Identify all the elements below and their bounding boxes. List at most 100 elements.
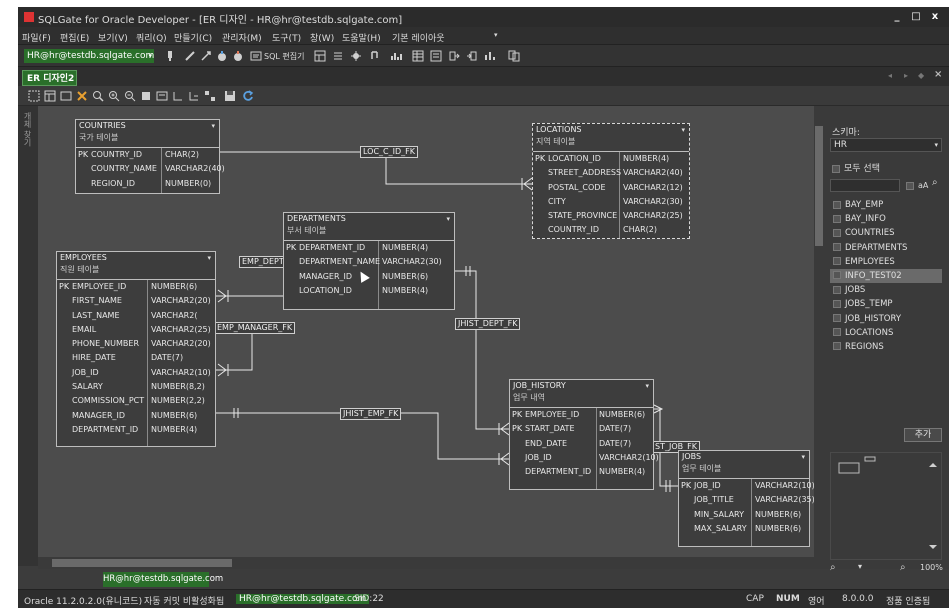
- column-name: DEPARTMENT_ID: [299, 243, 366, 252]
- grid-view-icon[interactable]: [412, 50, 424, 62]
- add-table-icon[interactable]: [44, 90, 56, 102]
- canvas-vertical-scrollbar[interactable]: [814, 106, 824, 569]
- form-view-icon[interactable]: [430, 50, 442, 62]
- connection-tab[interactable]: HR@hr@testdb.sqlgate.com: [103, 572, 223, 587]
- music-note-icon[interactable]: [368, 50, 380, 62]
- menu-query[interactable]: 쿼리(Q): [136, 31, 167, 44]
- list-item[interactable]: DEPARTMENTS: [830, 241, 942, 255]
- auto-layout-icon[interactable]: [204, 90, 216, 102]
- entity-locations[interactable]: LOCATIONS 지역 테이블 ▾ PK LOCATION_ID NUMBER(4…: [532, 123, 690, 239]
- data-compare-icon[interactable]: [332, 50, 344, 62]
- close-button[interactable]: x: [926, 10, 944, 24]
- fk-jhist-dept[interactable]: JHIST_DEPT_FK: [455, 318, 521, 330]
- add-button[interactable]: 추가: [904, 428, 942, 442]
- menu-window[interactable]: 창(W): [310, 31, 334, 44]
- tab-close-icon[interactable]: ×: [934, 69, 942, 80]
- refresh-icon[interactable]: [242, 90, 254, 102]
- scrollbar-thumb[interactable]: [52, 559, 232, 567]
- debugger-icon[interactable]: [350, 50, 362, 62]
- relation-icon[interactable]: [172, 90, 184, 102]
- schema-select[interactable]: HR ▾: [830, 138, 942, 152]
- save-image-icon[interactable]: [224, 90, 236, 102]
- list-item[interactable]: JOBS: [830, 283, 942, 297]
- search-icon[interactable]: ⌕: [932, 177, 938, 188]
- disconnect-icon[interactable]: [184, 50, 196, 62]
- list-item[interactable]: BAY_INFO: [830, 212, 942, 226]
- list-item[interactable]: LOCATIONS: [830, 326, 942, 340]
- scrollbar-thumb[interactable]: [815, 126, 823, 246]
- list-item[interactable]: EMPLOYEES: [830, 255, 942, 269]
- fit-window-icon[interactable]: [140, 90, 152, 102]
- layout-dropdown-icon[interactable]: ▾: [494, 31, 498, 39]
- entity-job-history[interactable]: JOB_HISTORY 업무 내역 ▾ PK EMPLOYEE_ID NUMBER(…: [509, 379, 659, 490]
- column-type: NUMBER(0): [165, 178, 212, 188]
- list-item[interactable]: BAY_EMP: [830, 198, 942, 212]
- zoom-in-icon[interactable]: ⌕: [900, 562, 906, 573]
- chevron-down-icon[interactable]: ▾: [681, 126, 685, 134]
- list-item[interactable]: REGIONS: [830, 340, 942, 354]
- maximize-button[interactable]: □: [907, 10, 925, 24]
- chevron-down-icon: ▾: [148, 52, 152, 60]
- select-all-checkbox[interactable]: 모두 선택: [832, 161, 880, 174]
- menu-view[interactable]: 보기(V): [98, 31, 128, 44]
- menu-tools[interactable]: 도구(T): [272, 31, 301, 44]
- er-canvas[interactable]: LOC_C_ID_FK EMP_DEPT_FK EMP_MANAGER_FK J…: [38, 106, 814, 557]
- diff-icon[interactable]: [508, 50, 520, 62]
- chevron-down-icon[interactable]: ▾: [801, 453, 805, 461]
- fk-loc-c-id[interactable]: LOC_C_ID_FK: [360, 146, 419, 158]
- entity-jobs[interactable]: JOBS 업무 테이블 ▾ PK JOB_ID VARCHAR2(10) JOB_T…: [678, 450, 814, 547]
- schema-browser-icon[interactable]: [314, 50, 326, 62]
- tab-er-design2[interactable]: ER 디자인2: [22, 70, 77, 86]
- list-item[interactable]: JOB_HISTORY: [830, 312, 942, 326]
- list-item-selected[interactable]: INFO_TEST02: [830, 268, 942, 284]
- zoom-out-icon[interactable]: [124, 90, 136, 102]
- list-item[interactable]: JOBS_TEMP: [830, 297, 942, 311]
- zoom-slider-icon[interactable]: ▾: [858, 562, 862, 571]
- export-icon[interactable]: [448, 50, 460, 62]
- tab-pin-icon[interactable]: ◆: [918, 71, 924, 80]
- layout-select[interactable]: 기본 레이아웃: [392, 31, 445, 44]
- chevron-down-icon[interactable]: ▾: [645, 382, 649, 390]
- search-icon[interactable]: [92, 90, 104, 102]
- fk-emp-manager[interactable]: EMP_MANAGER_FK: [214, 322, 296, 334]
- canvas-horizontal-scrollbar[interactable]: [38, 557, 814, 569]
- menu-file[interactable]: 파일(F): [22, 31, 51, 44]
- menu-help[interactable]: 도움말(H): [342, 31, 381, 44]
- minimize-button[interactable]: _: [888, 10, 906, 24]
- zoom-in-icon[interactable]: [108, 90, 120, 102]
- sql-editor-icon[interactable]: [250, 50, 262, 62]
- select-icon[interactable]: [28, 90, 40, 102]
- rollback-icon[interactable]: [232, 50, 244, 62]
- reconnect-icon[interactable]: [200, 50, 212, 62]
- relation-nonident-icon[interactable]: [188, 90, 200, 102]
- menu-admin[interactable]: 관리자(M): [222, 31, 262, 44]
- table-filter-input[interactable]: [830, 179, 900, 192]
- menu-create[interactable]: 만들기(C): [174, 31, 212, 44]
- fk-jhist-emp[interactable]: JHIST_EMP_FK: [340, 408, 402, 420]
- chevron-down-icon[interactable]: ▾: [207, 254, 211, 262]
- connect-icon[interactable]: [164, 50, 176, 62]
- tab-scroll-right-icon[interactable]: ▸: [904, 71, 908, 80]
- menu-edit[interactable]: 편집(E): [60, 31, 89, 44]
- tab-scroll-left-icon[interactable]: ◂: [888, 71, 892, 80]
- entity-departments[interactable]: DEPARTMENTS 부서 테이블 ▾ PK DEPARTMENT_ID NUMB…: [283, 212, 455, 310]
- sql-editor-label[interactable]: SQL 편집기: [264, 51, 304, 62]
- import-icon[interactable]: [466, 50, 478, 62]
- delete-icon[interactable]: [76, 90, 88, 102]
- report-icon[interactable]: [484, 50, 496, 62]
- zoom-out-icon[interactable]: ⌕: [830, 562, 836, 573]
- chevron-down-icon[interactable]: ▾: [211, 122, 215, 130]
- chevron-down-icon[interactable]: ▾: [446, 215, 450, 223]
- overview-preview[interactable]: [830, 452, 942, 560]
- column-type: VARCHAR2(35): [755, 495, 814, 505]
- entity-countries[interactable]: COUNTRIES 국가 테이블 ▾ PK COUNTRY_ID CHAR(2) C…: [75, 119, 225, 194]
- add-view-icon[interactable]: [60, 90, 72, 102]
- connection-combo[interactable]: HR@hr@testdb.sqlgate.com ▾: [24, 49, 154, 63]
- case-sensitive-toggle[interactable]: aA: [906, 181, 928, 190]
- chart-icon[interactable]: [390, 50, 402, 62]
- entity-employees[interactable]: EMPLOYEES 직원 테이블 ▾ PK EMPLOYEE_ID NUMBER(6…: [56, 251, 216, 447]
- align-icon[interactable]: [156, 90, 168, 102]
- list-item[interactable]: COUNTRIES: [830, 226, 942, 240]
- commit-icon[interactable]: [216, 50, 228, 62]
- object-finder-strip[interactable]: 개체 찾기: [18, 106, 38, 566]
